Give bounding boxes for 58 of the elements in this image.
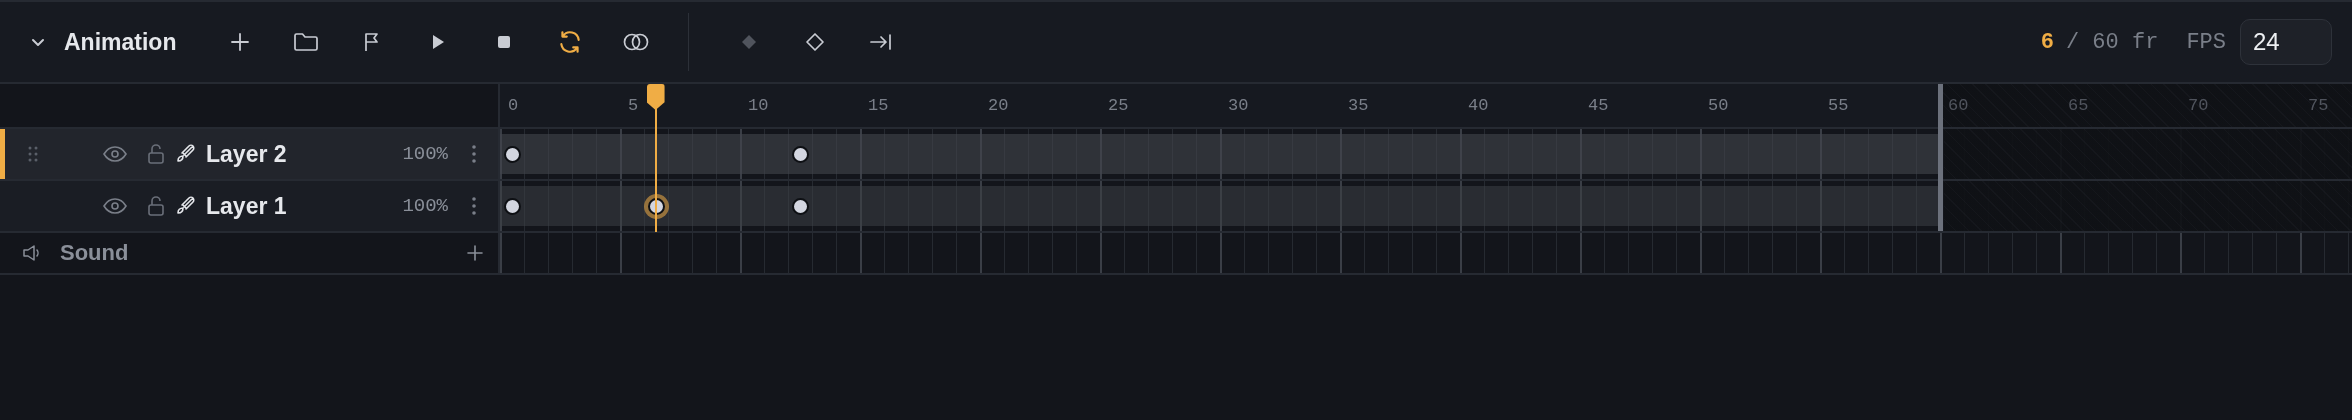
layer-row[interactable]: Layer 1 100% — [0, 181, 498, 233]
layer-name: Layer 2 — [206, 140, 288, 168]
frame-number: 75 — [2308, 96, 2329, 115]
stop-icon — [497, 35, 512, 49]
arrow-to-end-icon — [869, 32, 894, 52]
frame-number: 55 — [1828, 96, 1849, 115]
diamond-outline-icon — [805, 32, 826, 52]
frame-number: 35 — [1348, 96, 1369, 115]
eye-icon — [102, 145, 128, 163]
layer-opacity: 100% — [402, 195, 448, 217]
playhead-handle[interactable] — [646, 84, 665, 110]
frame-number: 30 — [1228, 96, 1249, 115]
lock-toggle[interactable] — [146, 143, 166, 165]
plus-icon — [229, 31, 252, 53]
layer-name: Layer 1 — [206, 192, 288, 220]
fps-label: FPS — [2186, 29, 2226, 55]
frame-number: 5 — [628, 96, 639, 115]
frame-number: 20 — [988, 96, 1009, 115]
speaker-icon — [22, 244, 42, 262]
eye-icon — [102, 197, 128, 215]
total-frames: / 60 fr — [2065, 29, 2159, 55]
keyframe-dot[interactable] — [504, 146, 521, 163]
frame-number: 40 — [1468, 96, 1489, 115]
fps-field[interactable]: 24 — [2240, 19, 2332, 65]
panel-title: Animation — [64, 28, 177, 56]
sound-label: Sound — [60, 240, 130, 266]
add-sound-button[interactable] — [466, 244, 484, 262]
keyframe-dot[interactable] — [504, 198, 521, 215]
frame-number: 15 — [868, 96, 889, 115]
frame-number: 45 — [1588, 96, 1609, 115]
folder-icon — [293, 31, 320, 53]
frame-number: 25 — [1108, 96, 1129, 115]
layer-opacity: 100% — [402, 143, 448, 165]
unlocked-padlock-icon — [146, 143, 166, 165]
end-marker[interactable] — [1938, 84, 1943, 231]
brush-icon — [174, 143, 196, 165]
current-frame: 6 — [2040, 29, 2054, 55]
overlapping-circles-icon — [622, 32, 651, 52]
drag-handle-icon[interactable] — [28, 146, 38, 162]
keyframe-dot[interactable] — [792, 146, 809, 163]
diamond-icon — [740, 33, 759, 51]
unlocked-padlock-icon — [146, 195, 166, 217]
lock-toggle[interactable] — [146, 195, 166, 217]
frame-number: 70 — [2188, 96, 2209, 115]
more-vertical-icon — [471, 144, 477, 164]
frame-ruler[interactable]: 0 5 10 15 20 25 30 35 40 45 50 55 60 65 70 75 — [500, 84, 2352, 129]
frame-number: 10 — [748, 96, 769, 115]
plus-icon — [466, 244, 484, 262]
visibility-toggle[interactable] — [102, 145, 128, 163]
frame-number: 65 — [2068, 96, 2089, 115]
brush-icon — [174, 195, 196, 217]
frame-number: 50 — [1708, 96, 1729, 115]
layer-row[interactable]: Layer 2 100% — [0, 129, 498, 181]
frame-number: 60 — [1948, 96, 1969, 115]
more-vertical-icon — [471, 196, 477, 216]
frame-number: 0 — [508, 96, 519, 115]
visibility-toggle[interactable] — [102, 197, 128, 215]
keyframe-dot[interactable] — [792, 198, 809, 215]
